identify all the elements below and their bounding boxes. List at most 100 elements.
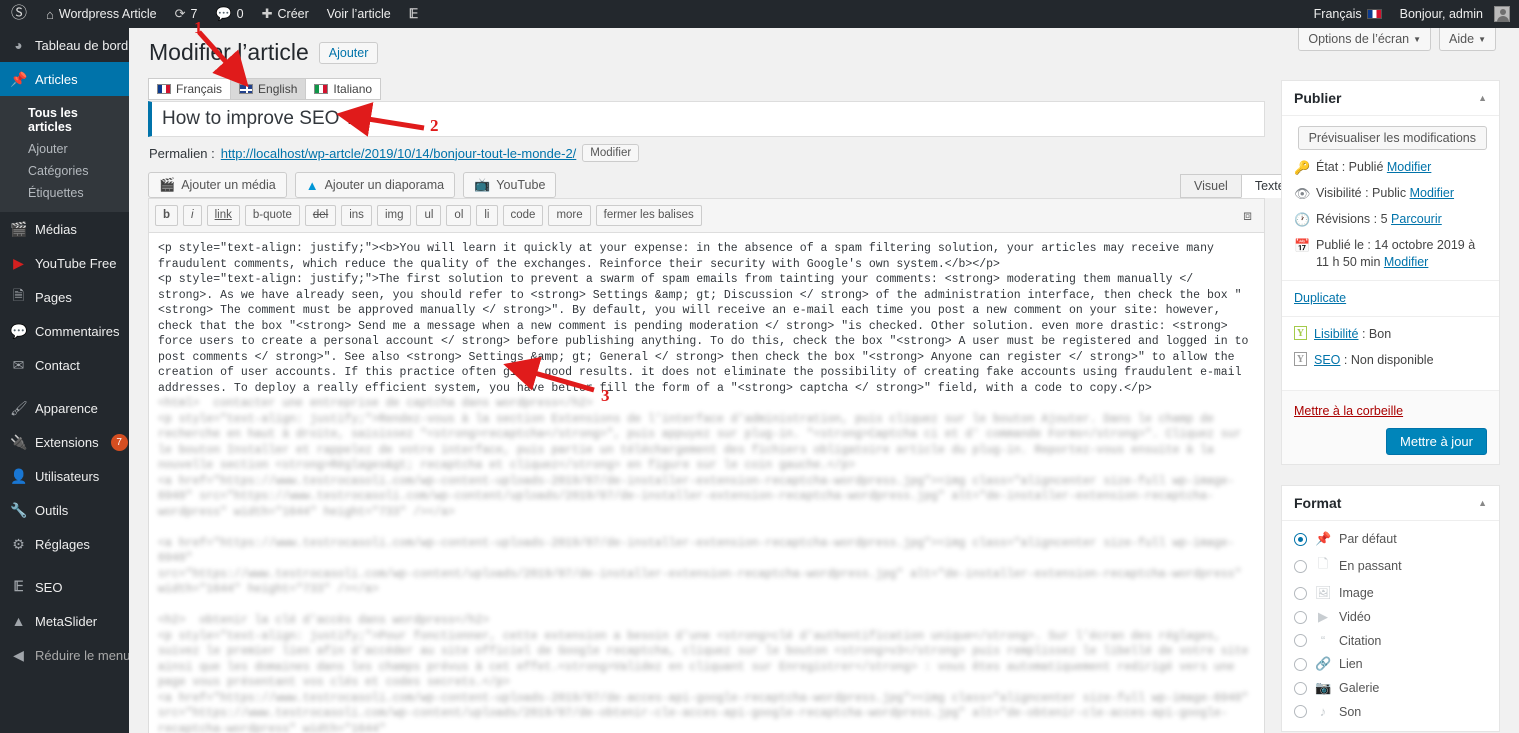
fullscreen-icon[interactable]: ⧈: [1243, 207, 1252, 224]
sidebar-item-appearance[interactable]: 🖌 Apparence: [0, 391, 129, 425]
format-option-link[interactable]: 🔗 Lien: [1294, 656, 1487, 672]
format-label: Son: [1339, 704, 1362, 719]
sidebar-item-settings[interactable]: ⚙ Réglages: [0, 527, 129, 561]
readability-link[interactable]: Lisibilité: [1314, 327, 1358, 341]
preview-changes-button[interactable]: Prévisualiser les modifications: [1297, 126, 1487, 150]
sidebar-item-seo[interactable]: 𝔼 SEO: [0, 570, 129, 604]
sidebar-item-posts[interactable]: 📌 Articles: [0, 62, 137, 96]
format-option-audio[interactable]: ♪ Son: [1294, 704, 1487, 719]
quicktag-del-button[interactable]: del: [304, 205, 337, 226]
editor-content-blurred[interactable]: <html> contacter une entreprise de captc…: [149, 396, 1264, 733]
tab-visual[interactable]: Visuel: [1180, 174, 1242, 198]
update-post-button[interactable]: Mettre à jour: [1386, 428, 1487, 455]
browse-revisions-link[interactable]: Parcourir: [1391, 212, 1442, 226]
chevron-up-icon[interactable]: ▲: [1478, 498, 1487, 508]
radio-quote[interactable]: [1294, 634, 1307, 647]
help-button[interactable]: Aide ▼: [1439, 28, 1496, 51]
radio-audio[interactable]: [1294, 705, 1307, 718]
edit-visibility-link[interactable]: Modifier: [1410, 186, 1454, 200]
adminbar-view-post[interactable]: Voir l’article: [318, 0, 400, 28]
edit-permalink-button[interactable]: Modifier: [582, 144, 640, 162]
radio-gallery[interactable]: [1294, 681, 1307, 695]
adminbar-comments[interactable]: 💬 0: [206, 0, 252, 28]
quicktag-ul-button[interactable]: ul: [416, 205, 442, 226]
sidebar-item-label: YouTube Free: [35, 255, 117, 271]
quicktag-li-button[interactable]: li: [476, 205, 498, 226]
seo-link[interactable]: SEO: [1314, 353, 1340, 367]
post-title-field[interactable]: How to improve SEO ?: [148, 101, 1265, 137]
duplicate-row: Duplicate: [1294, 290, 1487, 307]
home-icon: ⌂: [46, 6, 54, 22]
quicktag-ol-button[interactable]: ol: [446, 205, 472, 226]
permalink-label: Permalien :: [149, 145, 215, 161]
sidebar-item-contact[interactable]: ✉ Contact: [0, 348, 129, 382]
language-label: Français: [1313, 7, 1362, 21]
wordpress-logo-icon[interactable]: Ⓢ: [0, 6, 37, 22]
adminbar-yoast-seo[interactable]: 𝔼: [400, 0, 427, 28]
duplicate-link[interactable]: Duplicate: [1294, 290, 1346, 307]
plus-icon: ✚: [261, 6, 273, 21]
radio-aside[interactable]: [1294, 559, 1307, 573]
quicktag-more-button[interactable]: more: [548, 205, 591, 226]
posts-submenu: Tous les articles Ajouter Catégories Éti…: [0, 96, 129, 212]
sidebar-item-comments[interactable]: 💬 Commentaires: [0, 314, 129, 348]
radio-link[interactable]: [1294, 657, 1307, 671]
image-icon: 🖼: [1315, 585, 1332, 600]
move-to-trash-link[interactable]: Mettre à la corbeille: [1294, 404, 1403, 418]
submenu-item-all-posts[interactable]: Tous les articles: [0, 102, 129, 138]
radio-video[interactable]: [1294, 610, 1307, 624]
edit-status-link[interactable]: Modifier: [1387, 160, 1431, 174]
quicktag-close-tags-button[interactable]: fermer les balises: [595, 205, 702, 226]
sidebar-item-youtube-free[interactable]: ▶ YouTube Free: [0, 246, 129, 280]
sidebar-item-users[interactable]: 👤 Utilisateurs: [0, 459, 129, 493]
sidebar-item-tools[interactable]: 🔧 Outils: [0, 493, 129, 527]
quicktag-bold-button[interactable]: b: [155, 205, 179, 226]
sidebar-item-collapse-menu[interactable]: ◀ Réduire le menu: [0, 638, 130, 672]
format-option-image[interactable]: 🖼 Image: [1294, 585, 1487, 601]
sidebar-item-metaslider[interactable]: ▲ MetaSlider: [0, 604, 129, 638]
permalink-link[interactable]: http://localhost/wp-artcle/2019/10/14/bo…: [221, 146, 577, 161]
radio-default[interactable]: [1294, 532, 1307, 546]
submenu-item-tags[interactable]: Étiquettes: [0, 182, 129, 204]
quicktag-italic-button[interactable]: i: [183, 205, 202, 226]
language-tab-label: Français: [176, 82, 223, 96]
format-option-default[interactable]: 📌 Par défaut: [1294, 531, 1487, 547]
quicktag-ins-button[interactable]: ins: [341, 205, 372, 226]
language-tab-italiano[interactable]: Italiano: [305, 78, 382, 100]
post-revisions-label: Révisions : 5: [1316, 212, 1388, 226]
add-slider-button[interactable]: ▲ Ajouter un diaporama: [294, 172, 456, 198]
adminbar-new-content[interactable]: ✚ Créer: [253, 0, 318, 28]
format-option-gallery[interactable]: 📷 Galerie: [1294, 680, 1487, 696]
add-new-post-button[interactable]: Ajouter: [318, 41, 379, 64]
quicktag-img-button[interactable]: img: [376, 205, 412, 226]
adminbar-my-account[interactable]: Bonjour, admin: [1391, 0, 1519, 28]
editor-content[interactable]: <p style="text-align: justify;"><b>You w…: [149, 233, 1264, 396]
quicktag-blockquote-button[interactable]: b-quote: [244, 205, 300, 226]
radio-image[interactable]: [1294, 586, 1307, 600]
language-tab-francais[interactable]: Français: [148, 78, 232, 100]
screen-options-button[interactable]: Options de l’écran ▼: [1298, 28, 1432, 51]
sidebar-item-label: Réglages: [35, 536, 90, 552]
quicktag-link-button[interactable]: link: [206, 205, 240, 226]
add-youtube-button[interactable]: 📺 YouTube: [463, 172, 557, 198]
quicktag-code-button[interactable]: code: [502, 205, 544, 226]
language-tab-english[interactable]: English: [230, 78, 307, 100]
edit-published-date-link[interactable]: Modifier: [1384, 255, 1428, 269]
sidebar-item-plugins[interactable]: 🔌 Extensions 7: [0, 425, 129, 459]
format-option-aside[interactable]: 🗋 En passant: [1294, 555, 1487, 577]
chevron-down-icon: ▼: [1413, 35, 1422, 44]
format-option-video[interactable]: ▶ Vidéo: [1294, 609, 1487, 625]
chevron-up-icon[interactable]: ▲: [1478, 93, 1487, 103]
sidebar-item-media[interactable]: 🎬 Médias: [0, 212, 129, 246]
adminbar-language-switcher[interactable]: Français: [1305, 0, 1391, 28]
sidebar-item-label: Extensions: [35, 434, 99, 450]
sidebar-item-dashboard[interactable]: ◕ Tableau de bord: [0, 28, 129, 62]
sidebar-item-pages[interactable]: 🗎 Pages: [0, 280, 129, 314]
media-buttons-row: 🎬 Ajouter un média ▲ Ajouter un diaporam…: [148, 172, 557, 198]
format-option-quote[interactable]: “ Citation: [1294, 633, 1487, 648]
avatar-icon: [1494, 6, 1510, 22]
adminbar-site-name[interactable]: ⌂ Wordpress Article: [37, 0, 166, 28]
submenu-item-categories[interactable]: Catégories: [0, 160, 129, 182]
add-media-button[interactable]: 🎬 Ajouter un média: [148, 172, 287, 198]
submenu-item-add-new[interactable]: Ajouter: [0, 138, 129, 160]
